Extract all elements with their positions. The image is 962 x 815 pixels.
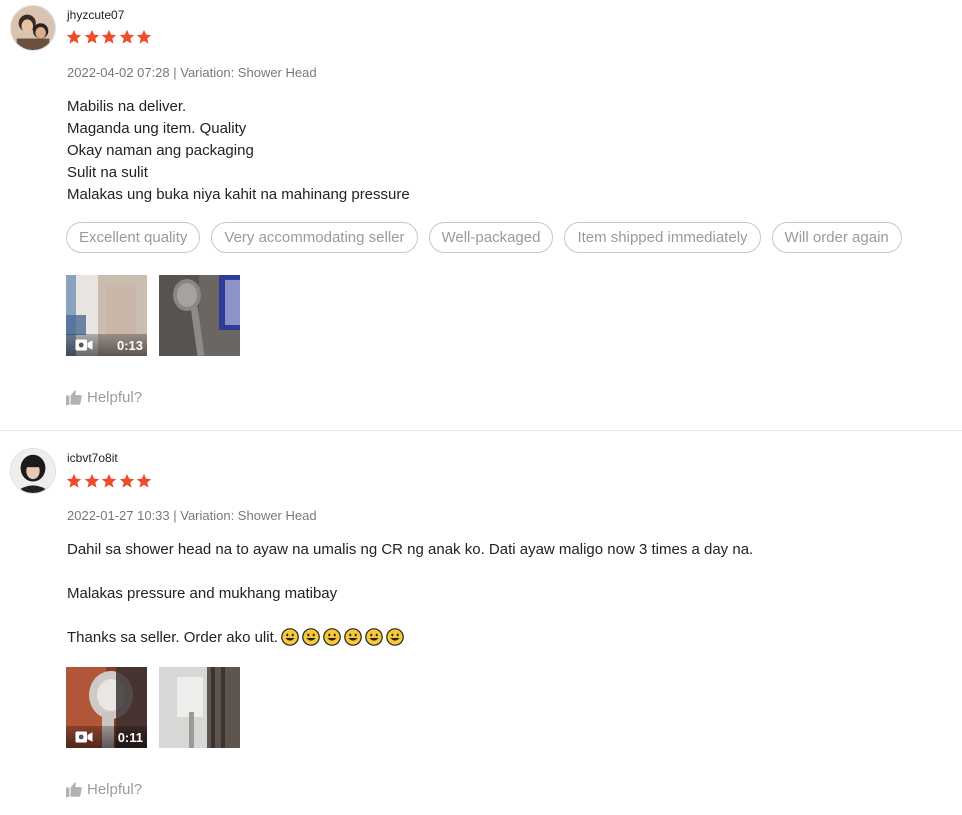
helpful-label: Helpful? <box>87 389 143 406</box>
review-tag[interactable]: Well-packaged <box>428 222 554 253</box>
star-icon <box>119 473 135 489</box>
rating-stars <box>66 473 152 489</box>
star-icon <box>101 473 117 489</box>
reviewer-username[interactable]: icbvt7o8it <box>67 451 118 465</box>
review-tag[interactable]: Item shipped immediately <box>564 222 761 253</box>
grinning-face-icon <box>344 628 362 646</box>
comment-line: Dahil sa shower head na to ayaw na umali… <box>67 541 754 558</box>
comment-line: Okay naman ang packaging <box>67 142 254 159</box>
reviewer-username[interactable]: jhyzcute07 <box>67 8 124 22</box>
review-date-variation: 2022-01-27 10:33 | Variation: Shower Hea… <box>67 508 317 523</box>
review-tag[interactable]: Excellent quality <box>66 222 201 253</box>
star-icon <box>66 473 82 489</box>
video-thumbnail[interactable]: 0:13 <box>66 275 147 356</box>
star-icon <box>119 29 135 45</box>
thumbs-up-icon <box>66 782 82 797</box>
grinning-face-icon <box>302 628 320 646</box>
review-media: 0:11 <box>66 667 240 748</box>
photo-image <box>159 667 240 748</box>
star-icon <box>136 473 152 489</box>
review-tags: Excellent quality Very accommodating sel… <box>66 222 902 253</box>
star-icon <box>136 29 152 45</box>
review-item: jhyzcute07 2022-04-02 07:28 | Variation:… <box>0 0 962 431</box>
photo-image <box>159 275 240 356</box>
video-thumbnail[interactable]: 0:11 <box>66 667 147 748</box>
video-duration: 0:13 <box>116 337 143 353</box>
star-icon <box>84 473 100 489</box>
comment-text: Thanks sa seller. Order ako ulit. <box>67 629 278 646</box>
helpful-button[interactable]: Helpful? <box>66 389 142 406</box>
video-camera-icon <box>75 339 93 351</box>
comment-line: Sulit na sulit <box>67 164 148 181</box>
grinning-face-icon <box>323 628 341 646</box>
user-avatar[interactable] <box>10 5 56 51</box>
helpful-label: Helpful? <box>87 781 143 798</box>
comment-line: Maganda ung item. Quality <box>67 120 247 137</box>
comment-line <box>67 561 937 583</box>
comment-line: Mabilis na deliver. <box>67 98 187 115</box>
comment-line: Malakas ung buka niya kahit na mahinang … <box>67 186 410 203</box>
rating-stars <box>66 29 152 45</box>
review-date-variation: 2022-04-02 07:28 | Variation: Shower Hea… <box>67 65 317 80</box>
helpful-button[interactable]: Helpful? <box>66 781 142 798</box>
review-media: 0:13 <box>66 275 240 356</box>
grinning-face-icon <box>281 628 299 646</box>
avatar-image <box>11 449 55 493</box>
comment-line: Malakas pressure and mukhang matibay <box>67 585 338 602</box>
video-camera-icon <box>75 731 93 743</box>
comment-line-with-emoji: Thanks sa seller. Order ako ulit. <box>67 627 937 649</box>
photo-thumbnail[interactable] <box>159 667 240 748</box>
video-duration: 0:11 <box>117 729 143 745</box>
user-avatar[interactable] <box>10 448 56 494</box>
star-icon <box>101 29 117 45</box>
comment-line <box>67 605 937 627</box>
video-overlay: 0:13 <box>66 334 147 356</box>
avatar-image <box>11 6 55 50</box>
review-tag[interactable]: Very accommodating seller <box>211 222 418 253</box>
review-item: icbvt7o8it 2022-01-27 10:33 | Variation:… <box>0 431 962 815</box>
review-tag[interactable]: Will order again <box>771 222 902 253</box>
review-comment: Mabilis na deliver. Maganda ung item. Qu… <box>67 96 937 206</box>
grinning-face-icon <box>365 628 383 646</box>
star-icon <box>84 29 100 45</box>
star-icon <box>66 29 82 45</box>
video-overlay: 0:11 <box>66 726 147 748</box>
photo-thumbnail[interactable] <box>159 275 240 356</box>
grinning-face-icon <box>386 628 404 646</box>
review-comment: Dahil sa shower head na to ayaw na umali… <box>67 539 937 649</box>
thumbs-up-icon <box>66 390 82 405</box>
